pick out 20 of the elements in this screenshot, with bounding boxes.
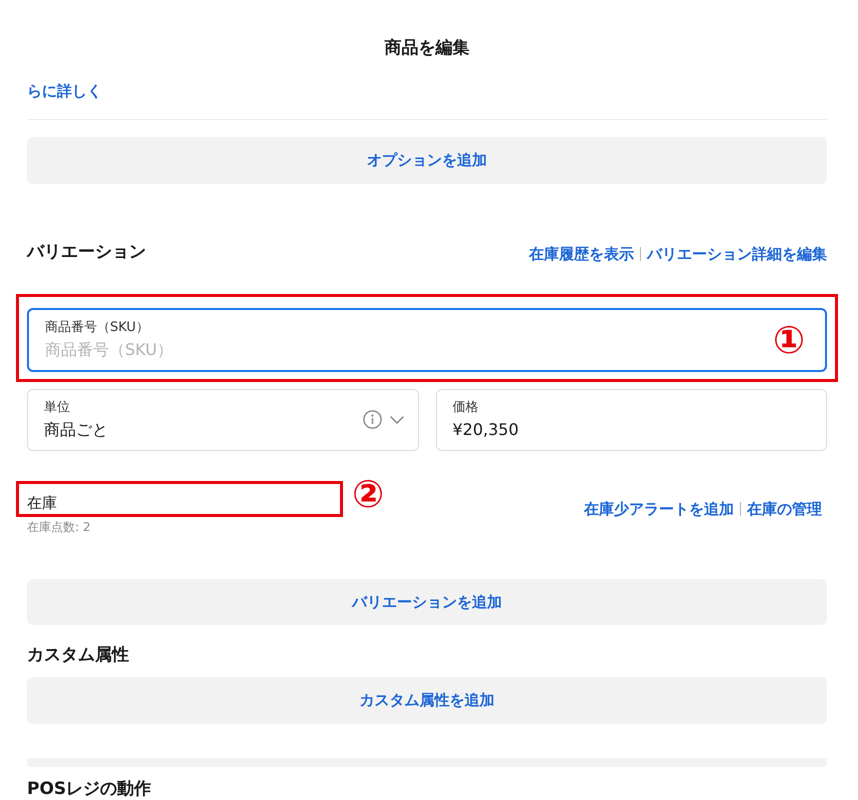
info-icon[interactable] [362, 410, 382, 430]
section-heading: POSレジの動作 [27, 778, 152, 800]
unit-select-field[interactable]: 単位 商品ごと [27, 388, 418, 451]
variation-link[interactable]: 在庫履歴を表示 [529, 244, 634, 263]
annotation-number: ① [772, 318, 805, 361]
section-heading: カスタム属性 [27, 644, 130, 666]
stock-link[interactable]: 在庫少アラートを追加 [584, 500, 734, 518]
stock-count: 在庫点数: 2 [27, 520, 90, 534]
add-custom-attribute-button[interactable]: カスタム属性を追加 [27, 677, 827, 724]
section-heading: バリエーション [27, 240, 146, 263]
add-variation-button[interactable]: バリエーションを追加 [27, 578, 827, 626]
chevron-down-icon [390, 416, 404, 424]
learn-more-link[interactable]: らに詳しく [27, 82, 102, 100]
variation-link[interactable]: バリエーション詳細を編集 [647, 244, 827, 263]
price-input-field[interactable]: 価格 ¥20,350 [436, 388, 827, 451]
stock-link[interactable]: 在庫の管理 [747, 500, 822, 518]
window-title: 商品を編集 [384, 37, 470, 60]
stock-label: 在庫 [27, 494, 57, 512]
annotation-number: ② [352, 472, 384, 515]
add-option-button[interactable]: オプションを追加 [27, 137, 827, 184]
